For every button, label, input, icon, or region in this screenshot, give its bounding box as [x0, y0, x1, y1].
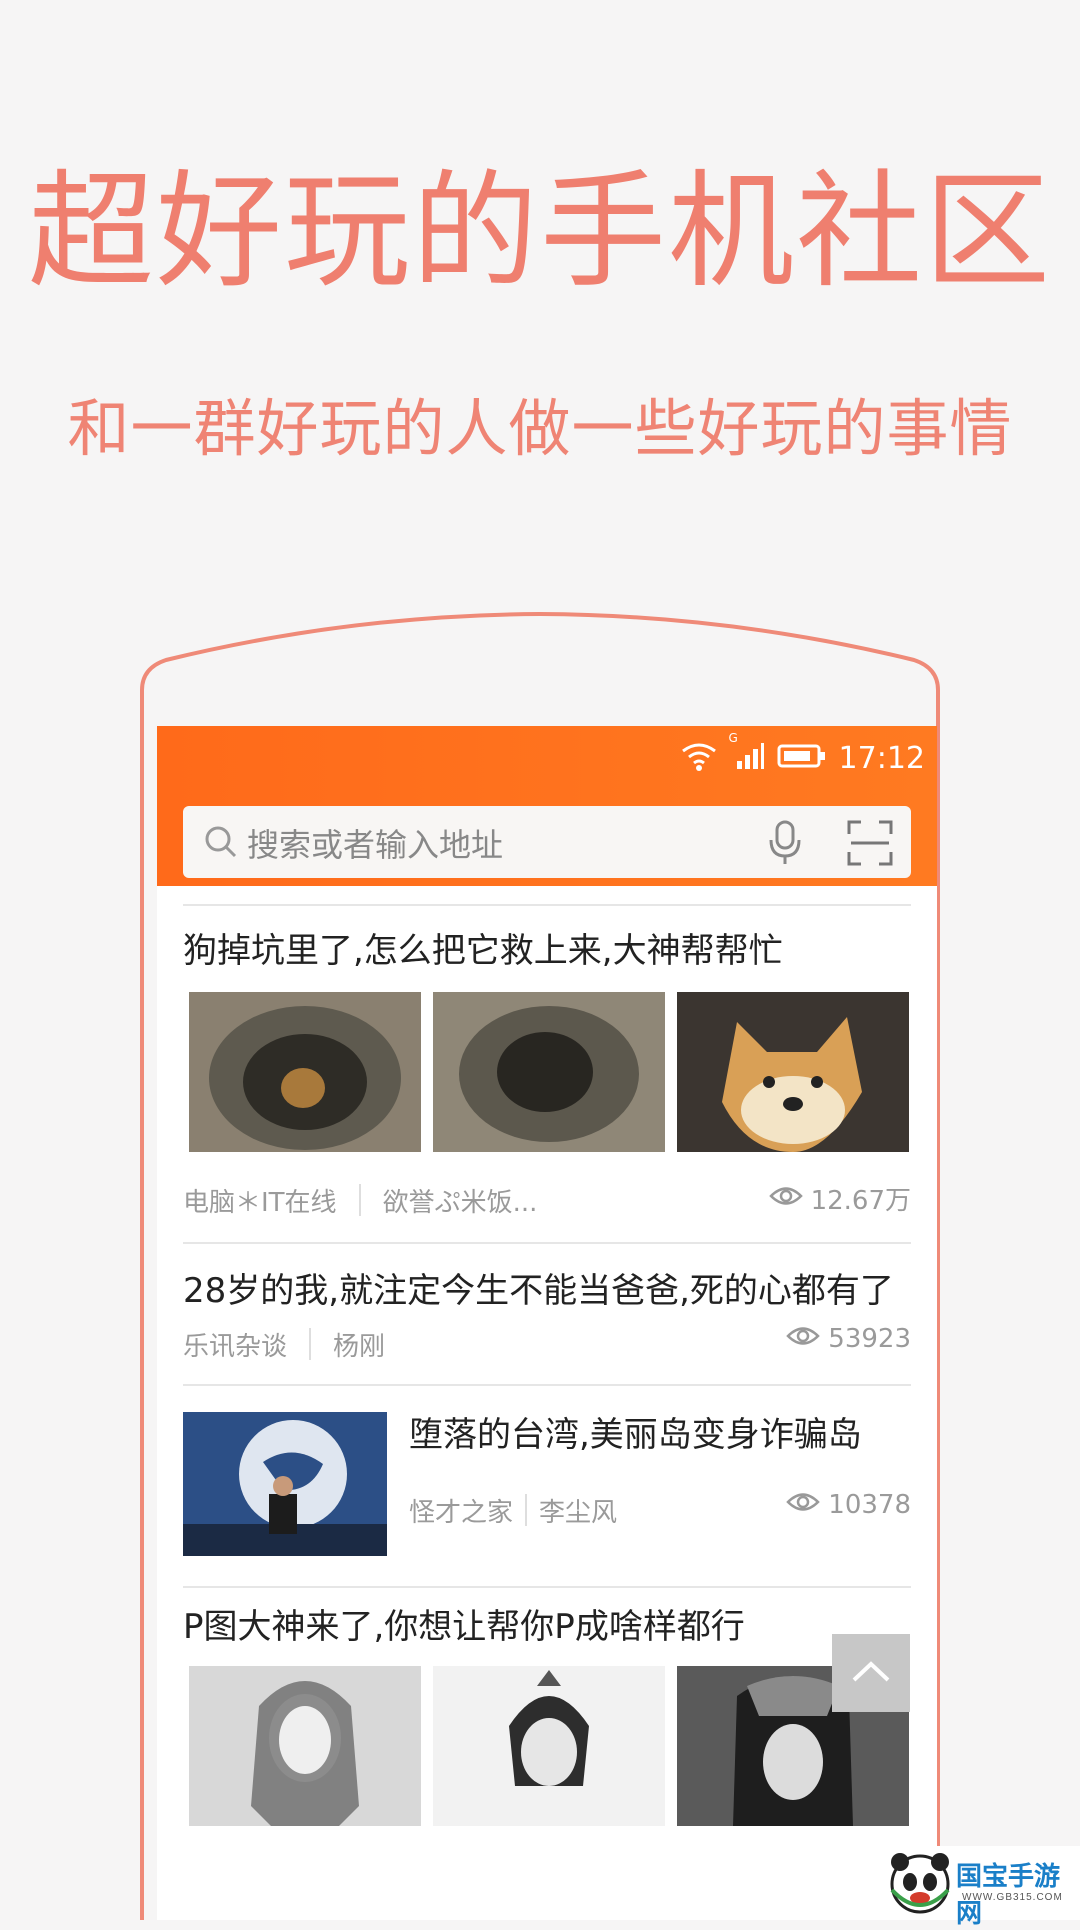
article-title: P图大神来了,你想让帮你P成啥样都行	[183, 1607, 745, 1647]
eye-icon	[786, 1324, 821, 1354]
article-thumbnails	[189, 1666, 911, 1826]
promo-headline: 超好玩的手机社区	[28, 158, 1052, 305]
meta-separator	[358, 1184, 361, 1216]
view-count-value: 53923	[828, 1324, 911, 1354]
article-meta: 怪才之家 李尘风 10378	[409, 1490, 911, 1530]
view-count: 12.67万	[768, 1180, 911, 1217]
search-icon	[203, 824, 239, 864]
eye-icon	[786, 1490, 821, 1520]
wifi-icon	[679, 741, 719, 775]
article-source[interactable]: 怪才之家	[409, 1492, 513, 1529]
view-count: 10378	[786, 1490, 911, 1520]
article-source[interactable]: 电脑＊IT在线	[183, 1182, 337, 1219]
thumbnail-press-conference	[183, 1412, 387, 1556]
phone-screen: G 17:12 搜索或者输入地址 狗掉坑里了,怎么把它救上来,大神帮帮忙 电脑＊…	[157, 726, 937, 1920]
article-thumbnails	[189, 992, 911, 1152]
meta-separator	[309, 1328, 312, 1360]
article-title: 堕落的台湾,美丽岛变身诈骗岛	[409, 1415, 862, 1455]
article-card[interactable]: 堕落的台湾,美丽岛变身诈骗岛 怪才之家 李尘风 10378	[183, 1386, 911, 1586]
thumbnail-empty-well	[433, 992, 665, 1152]
article-meta: 电脑＊IT在线 欲誉ぷ米饭... 12.67万	[183, 1180, 911, 1220]
watermark-logo: 国宝手游网 WWW.GB315.COM	[878, 1846, 1080, 1928]
article-card[interactable]: 狗掉坑里了,怎么把它救上来,大神帮帮忙 电脑＊IT在线 欲誉ぷ米饭... 12.…	[183, 906, 911, 1220]
thumbnail-dog-in-well	[189, 992, 421, 1152]
article-author[interactable]: 欲誉ぷ米饭...	[383, 1182, 538, 1219]
signal-icon: G	[729, 731, 765, 775]
article-meta: 乐讯杂谈 杨刚 53923	[183, 1324, 911, 1364]
search-placeholder: 搜索或者输入地址	[247, 826, 504, 864]
view-count-value: 10378	[828, 1490, 911, 1520]
battery-icon	[777, 743, 827, 773]
thumbnail-portrait	[189, 1666, 421, 1826]
scan-icon[interactable]	[847, 820, 893, 870]
status-bar: G 17:12	[157, 726, 937, 798]
thumbnail-shiba-dog	[677, 992, 909, 1152]
watermark-site-url: WWW.GB315.COM	[962, 1892, 1063, 1903]
status-time: 17:12	[838, 740, 925, 776]
article-text-block: 堕落的台湾,美丽岛变身诈骗岛	[409, 1404, 911, 1466]
microphone-icon[interactable]	[763, 818, 807, 870]
news-feed: 狗掉坑里了,怎么把它救上来,大神帮帮忙 电脑＊IT在线 欲誉ぷ米饭... 12.…	[183, 904, 911, 1826]
thumbnail-portrait	[433, 1666, 665, 1826]
search-input[interactable]: 搜索或者输入地址	[183, 806, 911, 878]
signal-label: G	[728, 731, 738, 745]
promo-subline: 和一群好玩的人做一些好玩的事情	[67, 392, 1013, 465]
view-count: 53923	[786, 1324, 911, 1354]
article-card[interactable]: P图大神来了,你想让帮你P成啥样都行	[183, 1588, 911, 1826]
view-count-value: 12.67万	[810, 1186, 911, 1216]
chevron-up-icon	[852, 1661, 890, 1682]
eye-icon	[768, 1184, 803, 1214]
scroll-to-top-button[interactable]	[832, 1634, 910, 1712]
status-icons: G 17:12	[679, 731, 925, 778]
article-title: 狗掉坑里了,怎么把它救上来,大神帮帮忙	[183, 931, 783, 971]
meta-separator	[525, 1494, 528, 1526]
article-author[interactable]: 李尘风	[539, 1492, 617, 1529]
article-title: 28岁的我,就注定今生不能当爸爸,死的心都有了	[183, 1271, 894, 1311]
search-header: 搜索或者输入地址	[157, 798, 937, 886]
article-card[interactable]: 28岁的我,就注定今生不能当爸爸,死的心都有了 乐讯杂谈 杨刚 53923	[183, 1244, 911, 1364]
article-author[interactable]: 杨刚	[333, 1326, 385, 1363]
article-source[interactable]: 乐讯杂谈	[183, 1326, 287, 1363]
